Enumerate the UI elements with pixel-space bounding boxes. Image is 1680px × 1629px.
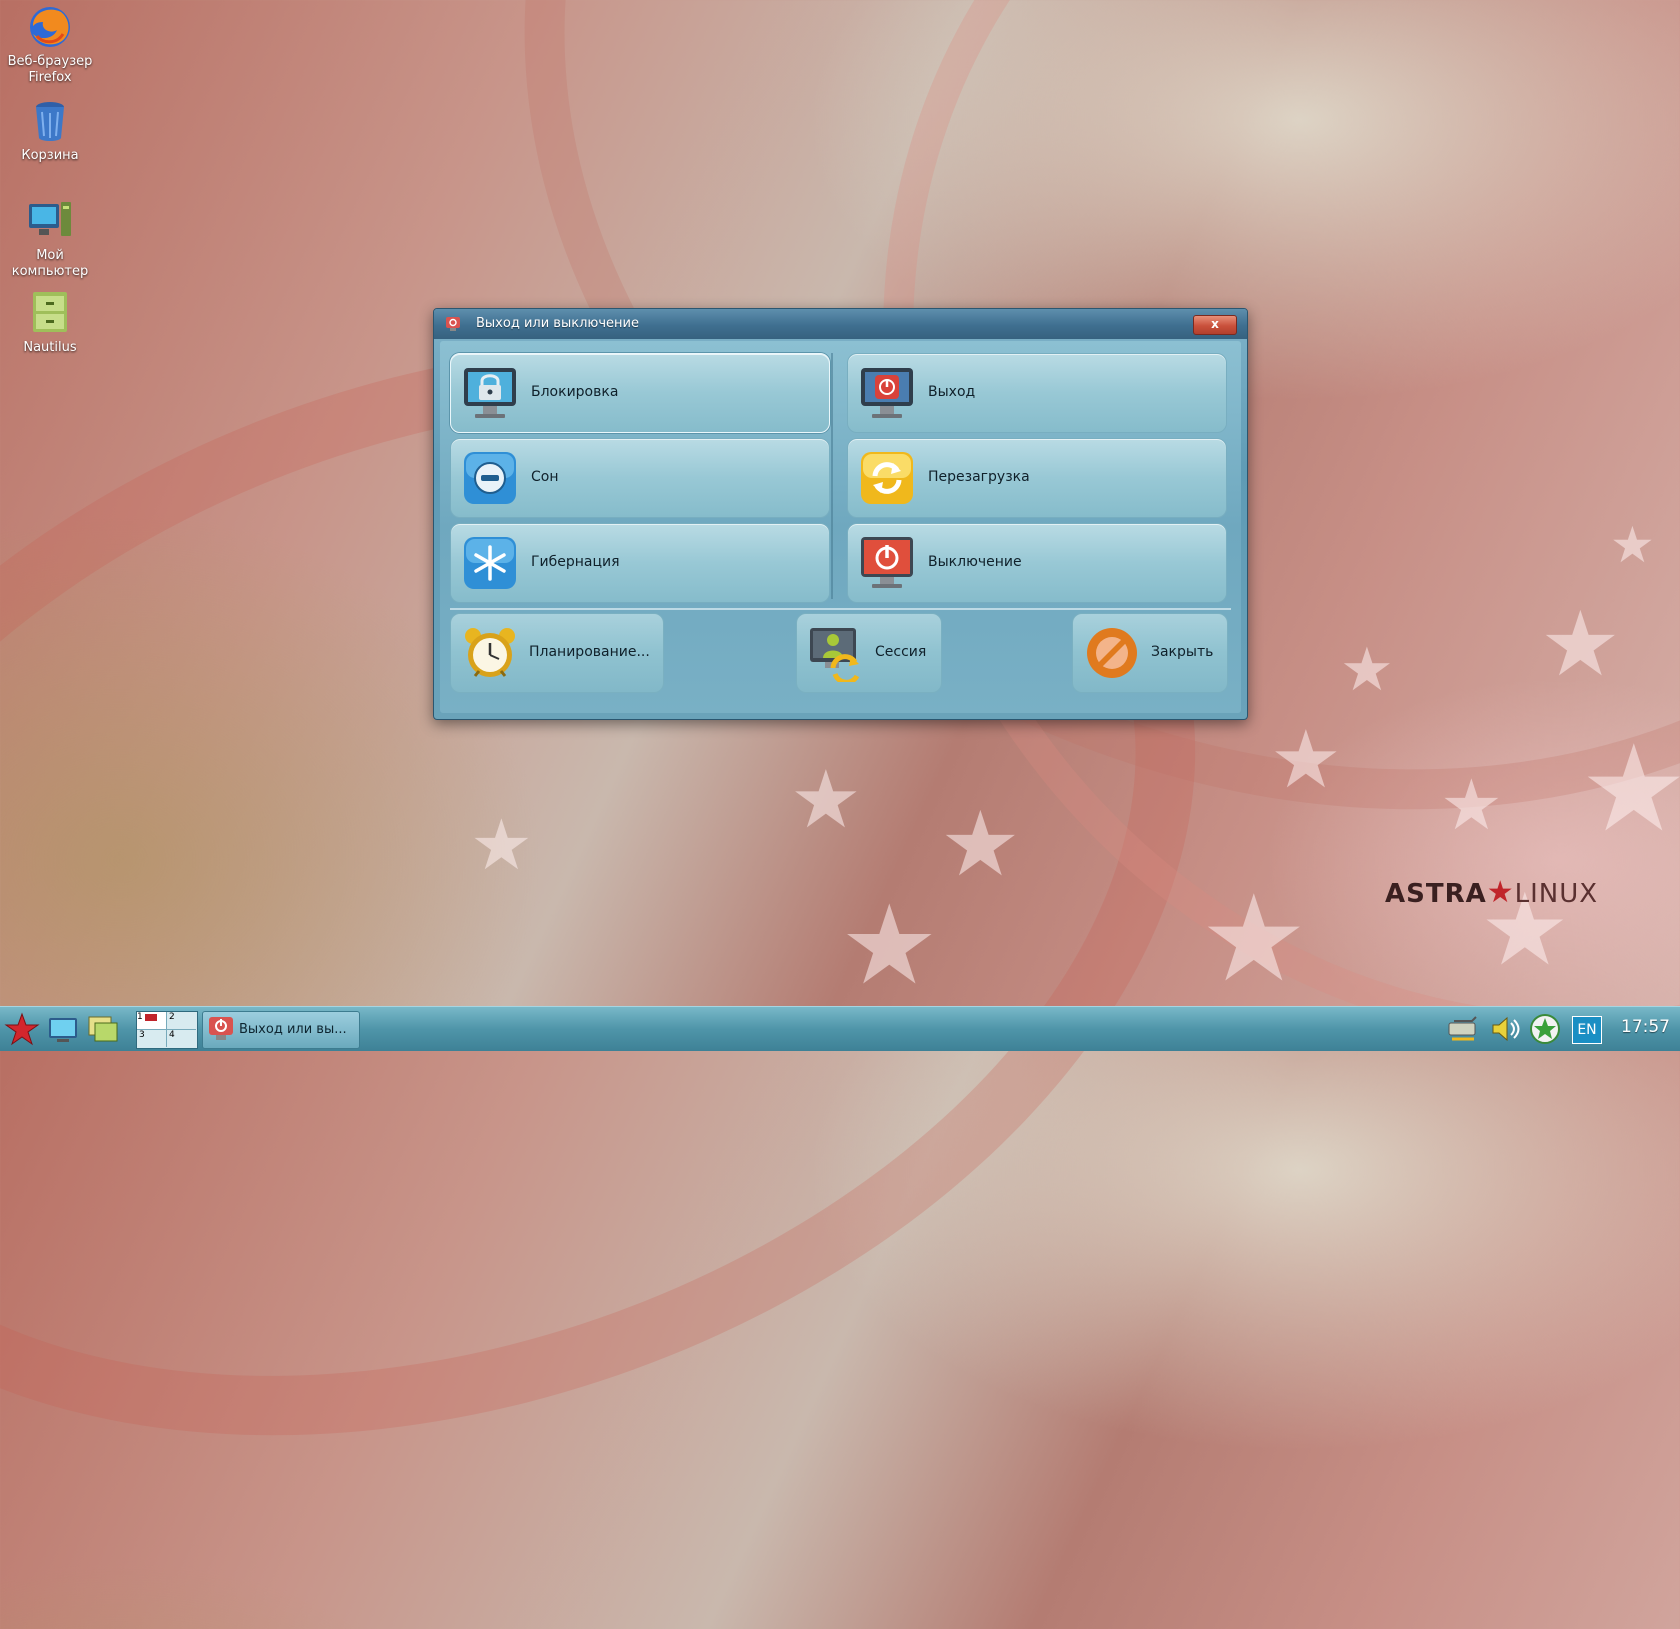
trash-icon <box>27 98 73 144</box>
workspace-4[interactable]: 4 <box>167 1030 196 1047</box>
sleep-icon <box>464 452 516 504</box>
desktop-icon-label: компьютер <box>11 264 89 279</box>
window-list-button[interactable] <box>86 1011 120 1047</box>
logout-button-label: Выход <box>928 384 976 400</box>
wallpaper-star: ★ <box>840 881 939 1009</box>
schedule-button-label: Планирование... <box>529 644 650 660</box>
start-menu-button[interactable] <box>4 1011 40 1047</box>
astra-linux-logo: ASTRA★LINUX <box>1385 875 1598 910</box>
desktop-icon-label: Firefox <box>28 70 72 85</box>
workspace-2[interactable]: 2 <box>167 1012 196 1030</box>
power-app-icon <box>446 317 460 331</box>
desktop-icon-label: Веб-браузер <box>7 54 93 69</box>
workspace-3[interactable]: 3 <box>137 1030 167 1047</box>
tray-removable-media[interactable] <box>1446 1011 1480 1047</box>
bottom-divider <box>450 608 1231 610</box>
shutdown-button[interactable]: Выключение <box>847 523 1227 603</box>
desktop-icon-nautilus[interactable]: Nautilus <box>0 290 100 356</box>
workspace-1[interactable]: 1 <box>137 1012 167 1030</box>
tray-volume[interactable] <box>1488 1011 1522 1047</box>
task-title: Выход или вы... <box>239 1022 347 1037</box>
update-star-icon <box>1530 1014 1560 1044</box>
firefox-icon <box>27 4 73 50</box>
workspace-label: 4 <box>169 1030 175 1040</box>
wallpaper-star: ★ <box>1440 764 1503 846</box>
workspace-pager[interactable]: 1 2 3 4 <box>136 1011 198 1049</box>
show-desktop-button[interactable] <box>46 1011 80 1047</box>
desktop-icon-firefox[interactable]: Веб-браузер Firefox <box>0 4 100 86</box>
workspace-label: 2 <box>169 1012 175 1022</box>
cancel-icon <box>1087 628 1137 678</box>
dialog-body: Блокировка Сон Гибернация Выход Перезагр… <box>440 341 1241 713</box>
wallpaper-star: ★ <box>1270 713 1342 806</box>
desktop-icon-label: Корзина <box>21 148 79 163</box>
wallpaper-star: ★ <box>1200 870 1308 1009</box>
shutdown-button-label: Выключение <box>928 554 1022 570</box>
lock-button[interactable]: Блокировка <box>450 353 830 433</box>
wallpaper-star: ★ <box>1540 592 1621 697</box>
lock-screen-icon <box>464 368 516 418</box>
workspace-label: 1 <box>137 1012 143 1022</box>
dialog-titlebar[interactable]: Выход или выключение x <box>434 309 1247 339</box>
language-badge: EN <box>1572 1016 1602 1044</box>
flag-icon <box>145 1014 157 1021</box>
logout-button[interactable]: Выход <box>847 353 1227 433</box>
brand-text-linux: LINUX <box>1514 879 1599 909</box>
snowflake-icon <box>464 537 516 589</box>
wallpaper-star: ★ <box>1340 635 1394 705</box>
volume-icon <box>1492 1016 1520 1042</box>
removable-drive-icon <box>1448 1016 1477 1041</box>
wallpaper-star: ★ <box>790 753 862 846</box>
desktop-icon-my-computer[interactable]: Мой компьютер <box>0 198 100 280</box>
power-icon <box>861 537 913 588</box>
restart-button[interactable]: Перезагрузка <box>847 438 1227 518</box>
dialog-close-button[interactable]: x <box>1193 315 1237 335</box>
hibernate-button[interactable]: Гибернация <box>450 523 830 603</box>
logout-dialog: Выход или выключение x Блокировка Сон Ги… <box>433 308 1248 720</box>
taskbar-task-logout-dialog[interactable]: Выход или вы... <box>202 1011 360 1049</box>
lock-button-label: Блокировка <box>531 384 619 400</box>
power-app-icon <box>209 1017 233 1040</box>
windows-icon <box>88 1016 118 1042</box>
hibernate-button-label: Гибернация <box>531 554 620 570</box>
logout-icon <box>861 368 913 418</box>
wallpaper-star: ★ <box>470 804 533 886</box>
workspace-label: 3 <box>139 1030 145 1040</box>
tray-updates[interactable] <box>1528 1011 1562 1047</box>
close-button[interactable]: Закрыть <box>1072 613 1228 693</box>
restart-button-label: Перезагрузка <box>928 469 1030 485</box>
desktop-icon-label: Nautilus <box>23 340 77 355</box>
close-button-label: Закрыть <box>1151 644 1214 660</box>
schedule-button[interactable]: Планирование... <box>450 613 664 693</box>
desktop-icon <box>49 1018 77 1042</box>
wallpaper-star: ★ <box>1580 720 1680 859</box>
wallpaper-star: ★ <box>940 792 1021 897</box>
brand-star-icon: ★ <box>1486 875 1515 910</box>
session-icon <box>810 628 860 682</box>
desktop-icon-trash[interactable]: Корзина <box>0 98 100 164</box>
column-divider <box>831 353 833 599</box>
restart-icon <box>861 452 913 504</box>
sleep-button[interactable]: Сон <box>450 438 830 518</box>
session-button-label: Сессия <box>875 644 927 660</box>
astra-star-icon <box>4 1012 40 1046</box>
wallpaper-star: ★ <box>1610 516 1655 574</box>
alarm-clock-icon <box>465 628 515 677</box>
session-button[interactable]: Сессия <box>796 613 942 693</box>
file-cabinet-icon <box>27 290 73 336</box>
sleep-button-label: Сон <box>531 469 559 485</box>
clock[interactable]: 17:57 <box>1621 1017 1670 1037</box>
desktop-icon-label: Мой <box>36 248 64 263</box>
taskbar: 1 2 3 4 Выход или вы... EN 17:57 <box>0 1006 1680 1051</box>
computer-icon <box>27 198 73 244</box>
brand-text-astra: ASTRA <box>1385 879 1487 909</box>
keyboard-layout-indicator[interactable]: EN <box>1570 1011 1602 1047</box>
dialog-title: Выход или выключение <box>476 316 639 331</box>
